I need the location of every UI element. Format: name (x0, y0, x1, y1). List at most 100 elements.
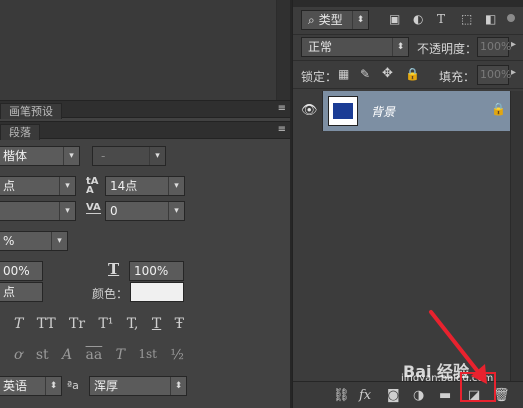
vertical-scale-value: % (3, 234, 15, 248)
fill-input[interactable]: 100% (477, 65, 511, 85)
vertical-scale-input-value: 00% (3, 264, 30, 278)
kerning-select[interactable]: ▾ (0, 201, 76, 221)
language-value: 英语 (3, 379, 28, 393)
lock-transparent-icon[interactable]: ▦ (338, 67, 349, 81)
strikethrough-button[interactable]: Ŧ (175, 316, 184, 336)
chevron-down-icon: ▾ (51, 232, 67, 250)
fractions-button[interactable]: ½ (170, 347, 184, 367)
horizontal-scale-input[interactable]: 100% (129, 261, 184, 281)
leading-icon: tA A (86, 176, 99, 196)
chevron-down-icon: ⬍ (45, 377, 61, 395)
language-select[interactable]: 英语 ⬍ (0, 376, 62, 396)
horizontal-scale-value: 100% (134, 264, 169, 278)
chevron-down-icon: ▾ (59, 177, 75, 195)
discretionary-ligature-button[interactable]: st (36, 347, 49, 367)
text-style-buttons: T TT Tr T¹ T, T Ŧ (14, 316, 184, 336)
text-color-swatch[interactable] (130, 282, 184, 302)
add-mask-icon[interactable]: ◙ (387, 388, 400, 403)
lock-pixels-brush-icon[interactable]: ✎ (360, 67, 370, 81)
smart-object-filter-icon[interactable]: ◧ (485, 12, 496, 26)
search-icon: ⌕ (308, 13, 315, 27)
leading-value: 14点 (110, 179, 138, 193)
lock-label: 锁定： (301, 70, 338, 84)
baseline-value: 点 (3, 285, 16, 299)
swash-button[interactable]: A (62, 347, 72, 367)
leading-select[interactable]: 14点 ▾ (105, 176, 185, 196)
adjustment-filter-icon[interactable]: ◐ (413, 12, 423, 26)
new-group-icon[interactable]: ▬ (439, 388, 451, 403)
brush-preset-tabbar: 画笔预设 ≡ (0, 100, 290, 119)
layers-scrollbar[interactable] (510, 91, 523, 381)
layer-filter-row: ⌕ 类型 ⬍ ▣ ◐ T ⬚ ◧ (293, 7, 523, 35)
document-canvas-area (0, 0, 290, 100)
pixel-filter-icon[interactable]: ▣ (389, 12, 400, 26)
paragraph-tabbar: 段落 ≡ (0, 121, 290, 140)
layer-row-background[interactable]: 👁 背景 🔒 (293, 91, 510, 131)
adjustment-layer-icon[interactable]: ◑ (413, 388, 424, 403)
color-label: 颜色： (92, 287, 129, 301)
layer-visibility-cell[interactable]: 👁 (293, 91, 323, 131)
antialias-value: 浑厚 (94, 379, 119, 393)
titling-alternates-button[interactable]: T (116, 347, 125, 367)
stylistic-alternates-button[interactable]: aa (86, 347, 103, 367)
layer-thumbnail-image (333, 103, 353, 119)
opacity-label: 不透明度： (417, 42, 478, 56)
type-filter-icon[interactable]: T (437, 12, 445, 26)
all-caps-button[interactable]: TT (37, 316, 56, 336)
panel-menu-icon[interactable]: ≡ (278, 102, 286, 116)
chevron-down-icon: ▾ (149, 147, 165, 165)
font-style-select: - ▾ (92, 146, 166, 166)
panel-menu-icon[interactable]: ≡ (278, 123, 286, 137)
faux-italic-button[interactable]: T (14, 316, 23, 336)
opacity-slider-arrow[interactable]: ▸ (511, 39, 516, 50)
vertical-scrollbar[interactable] (276, 0, 290, 100)
horizontal-scale-icon: T (108, 260, 120, 278)
layers-panel: ⌕ 类型 ⬍ ▣ ◐ T ⬚ ◧ 正常 ⬍ 不透明度： 100% ▸ 锁定： ▦… (292, 0, 523, 408)
fill-label: 填充： (439, 70, 476, 84)
chevron-down-icon: ⬍ (170, 377, 186, 395)
chevron-down-icon: ▾ (63, 147, 79, 165)
tracking-select[interactable]: 0 ▾ (105, 201, 185, 221)
ligature-button[interactable]: ơ (14, 347, 22, 367)
chevron-down-icon: ▾ (168, 202, 184, 220)
chevron-down-icon: ⬍ (392, 38, 408, 56)
blend-mode-select[interactable]: 正常 ⬍ (301, 37, 409, 57)
font-size-select[interactable]: 点 ▾ (0, 176, 76, 196)
layer-lock-icon: 🔒 (491, 102, 506, 116)
blend-opacity-row: 正常 ⬍ 不透明度： 100% ▸ (293, 35, 523, 61)
shape-filter-icon[interactable]: ⬚ (461, 12, 472, 26)
font-style-value: - (101, 149, 106, 163)
eye-icon[interactable]: 👁 (301, 103, 318, 118)
blend-mode-value: 正常 (308, 40, 333, 54)
vertical-scale-select[interactable]: % ▾ (0, 231, 68, 251)
character-panel: 楷体 ▾ - ▾ 点 ▾ tA A 14点 ▾ ▾ VA 0 ▾ % ▾ 00% … (0, 140, 290, 408)
font-family-select[interactable]: 楷体 ▾ (0, 146, 80, 166)
opacity-input[interactable]: 100% (477, 37, 511, 57)
lock-all-icon[interactable]: 🔒 (405, 67, 420, 81)
baseline-input[interactable]: 点 (0, 282, 43, 302)
vertical-scale-input[interactable]: 00% (0, 261, 43, 281)
lock-fill-row: 锁定： ▦ ✎ ✥ 🔒 填充： 100% ▸ (293, 61, 523, 89)
chevron-down-icon: ▾ (59, 202, 75, 220)
small-caps-button[interactable]: Tr (69, 316, 85, 336)
layer-name[interactable]: 背景 (371, 103, 395, 120)
ordinals-button[interactable]: 1st (138, 347, 157, 367)
layer-style-fx-icon[interactable]: fx (359, 388, 371, 403)
layers-tabbar (293, 0, 523, 7)
tab-brush-preset[interactable]: 画笔预设 (0, 103, 62, 119)
filter-kind-select[interactable]: ⌕ 类型 ⬍ (301, 10, 369, 30)
filter-toggle[interactable] (507, 14, 515, 22)
underline-button[interactable]: T (152, 316, 161, 336)
fill-slider-arrow[interactable]: ▸ (511, 67, 516, 78)
superscript-button[interactable]: T¹ (98, 316, 113, 336)
opentype-buttons: ơ st A aa T 1st ½ (14, 347, 184, 367)
chevron-down-icon: ⬍ (352, 11, 368, 29)
antialias-select[interactable]: 浑厚 ⬍ (89, 376, 187, 396)
lock-position-move-icon[interactable]: ✥ (382, 66, 393, 81)
font-family-value: 楷体 (3, 149, 28, 163)
chevron-down-icon: ▾ (168, 177, 184, 195)
subscript-button[interactable]: T, (127, 316, 139, 336)
link-layers-icon[interactable]: ⛓ (333, 388, 350, 403)
tab-paragraph[interactable]: 段落 (0, 124, 40, 140)
font-size-value: 点 (3, 179, 16, 193)
